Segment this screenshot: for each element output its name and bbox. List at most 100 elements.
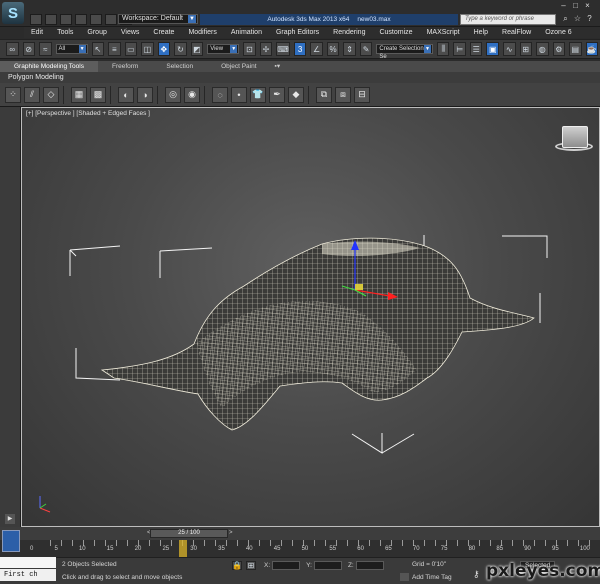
attach-icon[interactable]: ⧉ [316, 86, 332, 103]
shrink-selection-icon[interactable]: ◑ [137, 86, 153, 103]
menu-ozone[interactable]: Ozone 6 [538, 27, 578, 38]
reference-coordinate-dropdown[interactable]: View ▼ [207, 44, 240, 54]
rectangular-selection-icon[interactable]: ▭ [124, 42, 138, 56]
key-icon[interactable]: ⚷ [473, 569, 480, 580]
tab-object-paint[interactable]: Object Paint [207, 61, 270, 72]
mini-curve-editor-icon[interactable] [2, 530, 20, 552]
ribbon-options-icon[interactable]: ▪▾ [271, 61, 285, 72]
edge-mode-icon[interactable]: ⫽ [24, 86, 40, 103]
keyboard-shortcut-icon[interactable]: ⌨ [276, 42, 290, 56]
menu-create[interactable]: Create [146, 27, 181, 38]
help-icon[interactable]: ? [585, 14, 594, 23]
time-tag-icon[interactable] [400, 573, 409, 581]
align-icon[interactable]: ⊨ [453, 42, 466, 56]
snaps-toggle-icon[interactable]: 3 [293, 42, 307, 56]
render-setup-icon[interactable]: ⚙ [552, 42, 566, 56]
border-mode-icon[interactable]: ◇ [43, 86, 59, 103]
maximize-icon[interactable]: □ [571, 1, 580, 10]
maxscript-mini-listener[interactable] [0, 557, 56, 568]
tab-selection[interactable]: Selection [152, 61, 207, 72]
absolute-mode-icon[interactable]: ⊞ [246, 561, 256, 570]
bind-spacewarp-icon[interactable]: ≈ [39, 42, 52, 56]
add-time-tag-button[interactable]: Add Time Tag [412, 574, 452, 581]
polygon-mode-icon[interactable]: ▦ [71, 86, 87, 103]
select-by-name-icon[interactable]: ≡ [108, 42, 121, 56]
window-crossing-icon[interactable]: ◫ [141, 42, 154, 56]
grow-selection-icon[interactable]: ◎ [165, 86, 181, 103]
curve-editor-icon[interactable]: ∿ [503, 42, 516, 56]
schematic-view-icon[interactable]: ⊞ [519, 42, 533, 56]
menu-customize[interactable]: Customize [372, 27, 419, 38]
hold-icon[interactable] [105, 14, 117, 25]
search-input[interactable]: Type a keyword or phrase [460, 14, 556, 25]
angle-snap-icon[interactable]: ∠ [310, 42, 323, 56]
collapse-icon[interactable]: ⊟ [354, 86, 370, 103]
window-controls: ⌕ ☆ ? [558, 14, 594, 23]
z-coordinate-field[interactable] [355, 561, 384, 570]
pivot-center-icon[interactable]: ⊡ [243, 42, 256, 56]
mirror-icon[interactable]: ⫼ [436, 42, 450, 56]
shirt-tool-icon[interactable]: 👕 [250, 86, 266, 103]
menu-views[interactable]: Views [114, 27, 147, 38]
lock-selection-icon[interactable]: 🔒 [232, 561, 242, 570]
paint-deform-icon[interactable]: ✒ [269, 86, 285, 103]
render-frame-icon[interactable]: ▤ [569, 42, 582, 56]
open-file-icon[interactable] [45, 14, 57, 25]
undo-icon[interactable] [75, 14, 87, 25]
edit-named-selection-icon[interactable]: ✎ [359, 42, 373, 56]
workspace-dropdown[interactable]: Workspace: Default ▼ [118, 14, 198, 24]
selection-filter-dropdown[interactable]: All ▼ [55, 44, 88, 54]
minimize-icon[interactable]: – [559, 1, 568, 10]
render-production-icon[interactable]: ☕ [585, 42, 599, 56]
tab-graphite-modeling-tools[interactable]: Graphite Modeling Tools [0, 61, 98, 72]
app-logo-icon[interactable]: S [2, 2, 24, 24]
select-manipulate-icon[interactable]: ✢ [259, 42, 273, 56]
time-slider-frame[interactable]: 25 / 100 [150, 529, 228, 538]
percent-snap-icon[interactable]: % [326, 42, 340, 56]
close-icon[interactable]: × [583, 1, 592, 10]
select-and-rotate-icon[interactable]: ↻ [174, 42, 187, 56]
menu-help[interactable]: Help [467, 27, 495, 38]
expand-panel-icon[interactable]: ▶ [5, 514, 15, 524]
menu-realflow[interactable]: RealFlow [495, 27, 538, 38]
select-object-icon[interactable]: ↖ [91, 42, 105, 56]
named-selection-set-dropdown[interactable]: Create Selection Se ▼ [376, 44, 433, 60]
loop-selection-icon[interactable]: ◉ [184, 86, 200, 103]
y-coordinate-field[interactable] [313, 561, 342, 570]
menu-group[interactable]: Group [80, 27, 113, 38]
layer-manager-icon[interactable]: ☰ [469, 42, 483, 56]
menu-animation[interactable]: Animation [224, 27, 269, 38]
new-file-icon[interactable] [30, 14, 42, 25]
constraints-icon[interactable]: • [231, 86, 247, 103]
material-editor-icon[interactable]: ◍ [536, 42, 549, 56]
soft-selection-icon[interactable]: ◐ [118, 86, 134, 103]
x-coordinate-field[interactable] [272, 561, 301, 570]
link-icon[interactable]: ∞ [6, 42, 19, 56]
binoculars-icon[interactable]: ⌕ [561, 14, 570, 23]
element-mode-icon[interactable]: ▩ [90, 86, 106, 103]
unlink-icon[interactable]: ⊘ [22, 42, 36, 56]
detach-icon[interactable]: ⧈ [335, 86, 351, 103]
save-file-icon[interactable] [60, 14, 72, 25]
menu-modifiers[interactable]: Modifiers [181, 27, 223, 38]
maxscript-listener-field[interactable]: First ch [0, 569, 56, 581]
use-nurms-icon[interactable]: ◌ [212, 86, 228, 103]
select-and-scale-icon[interactable]: ◩ [190, 42, 204, 56]
menu-graph-editors[interactable]: Graph Editors [269, 27, 326, 38]
menu-tools[interactable]: Tools [50, 27, 80, 38]
tab-freeform[interactable]: Freeform [98, 61, 152, 72]
star-icon[interactable]: ☆ [573, 14, 582, 23]
vertex-mode-icon[interactable]: ⁘ [5, 86, 21, 103]
menu-maxscript[interactable]: MAXScript [420, 27, 467, 38]
menu-edit[interactable]: Edit [24, 27, 50, 38]
perspective-viewport[interactable]: [+] [Perspective ] [Shaded + Edged Faces… [21, 107, 600, 527]
track-bar-tick-label: 100 [579, 546, 590, 552]
time-slider-next-icon[interactable]: > [229, 530, 233, 536]
shape-tool-icon[interactable]: ◆ [288, 86, 304, 103]
select-and-move-icon[interactable]: ✥ [157, 42, 171, 56]
redo-icon[interactable] [90, 14, 102, 25]
spinner-snap-icon[interactable]: ⇕ [343, 42, 356, 56]
ribbon-panel-title[interactable]: Polygon Modeling [0, 72, 600, 83]
graphite-toggle-icon[interactable]: ▣ [486, 42, 499, 56]
menu-rendering[interactable]: Rendering [326, 27, 372, 38]
